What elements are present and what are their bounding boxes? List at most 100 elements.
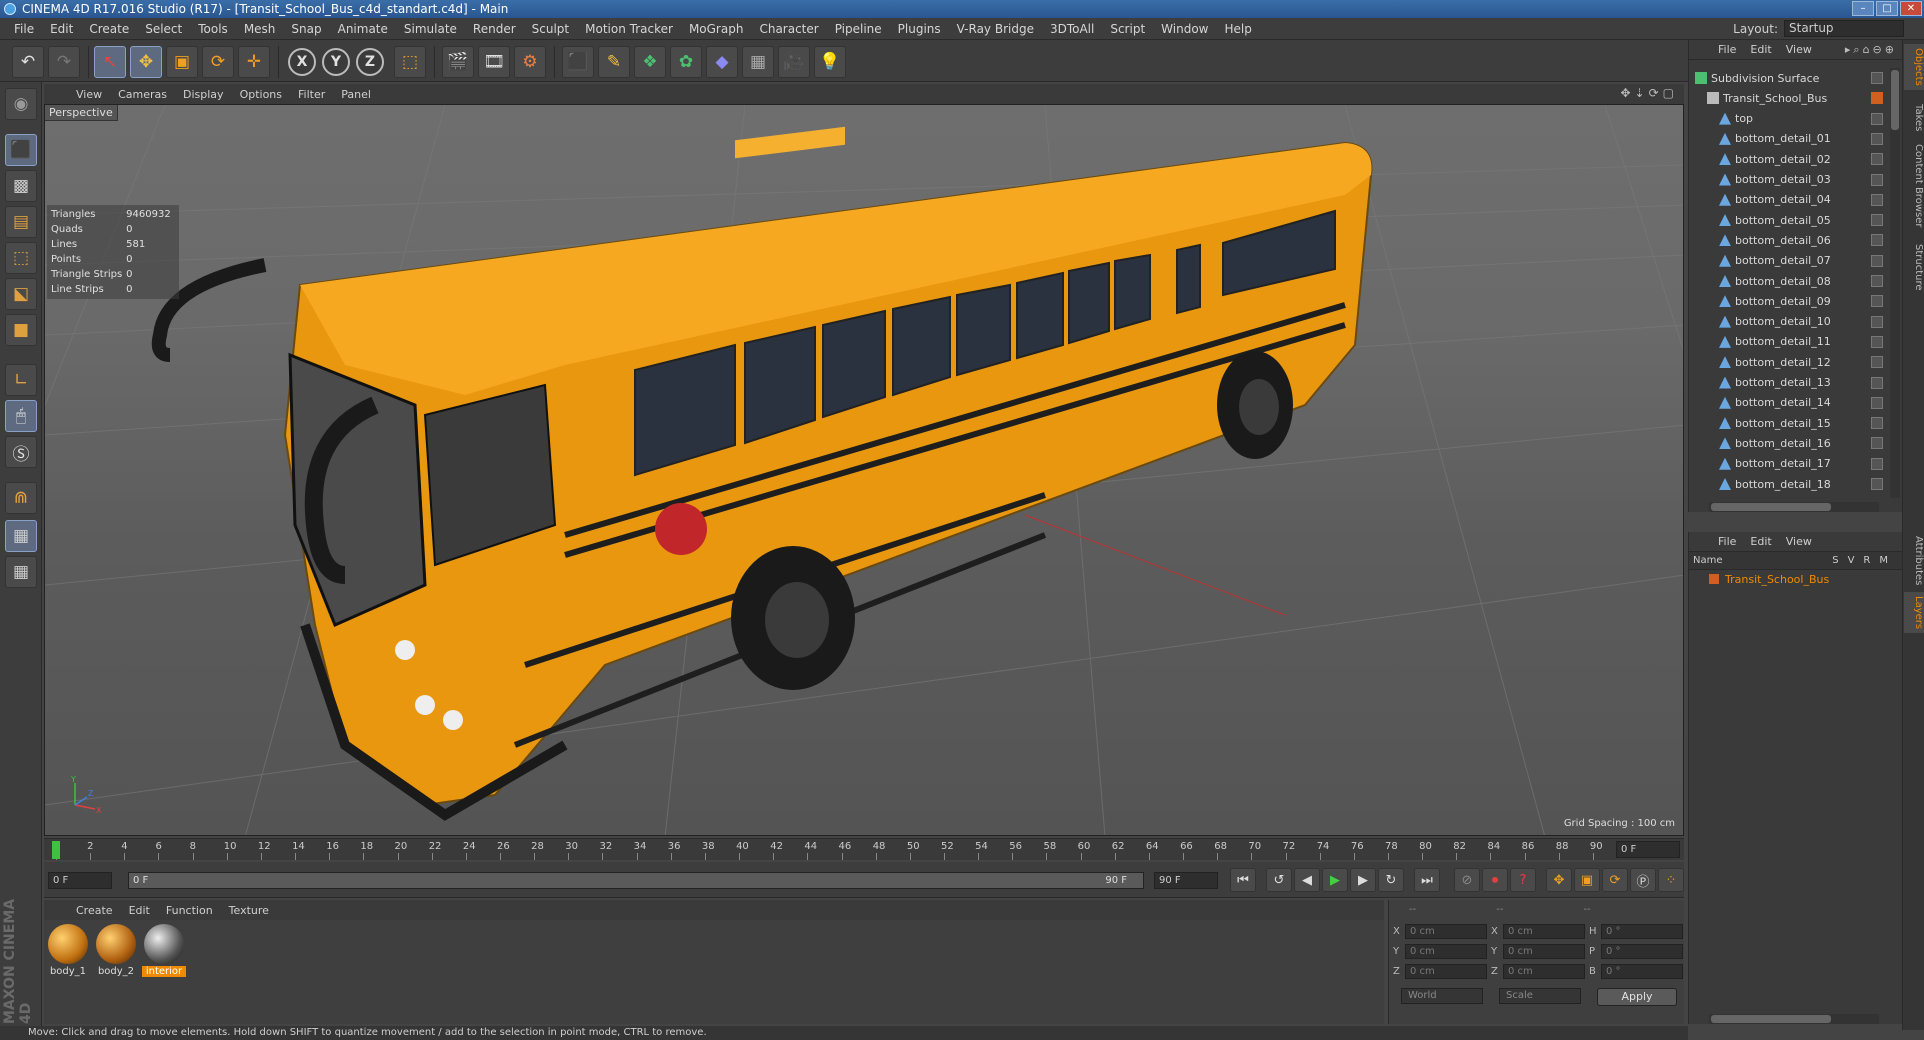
material-menu-edit[interactable]: Edit <box>121 904 158 917</box>
live-selection-icon[interactable]: ↖ <box>94 46 126 78</box>
object-menu-edit[interactable]: Edit <box>1743 43 1778 56</box>
key-parameter-icon[interactable]: Ⓟ <box>1630 868 1656 892</box>
object-tree-scrollbar[interactable] <box>1890 68 1900 498</box>
menu-window[interactable]: Window <box>1153 22 1216 36</box>
points-mode-icon[interactable]: ⬚ <box>5 242 37 274</box>
menu-script[interactable]: Script <box>1102 22 1153 36</box>
layer-color-swatch[interactable] <box>1709 574 1719 584</box>
position-z-field[interactable]: 0 cm <box>1405 964 1487 979</box>
coordinate-system-icon[interactable]: ⬚ <box>394 46 426 78</box>
object-tree-row[interactable]: bottom_detail_13 <box>1689 373 1889 393</box>
visibility-toggle[interactable] <box>1871 153 1883 166</box>
axis-mode-icon[interactable]: ∟ <box>5 364 37 396</box>
visibility-toggle[interactable] <box>1871 315 1883 328</box>
menu-plugins[interactable]: Plugins <box>890 22 949 36</box>
key-pla-icon[interactable]: ⁘ <box>1658 868 1684 892</box>
maximize-button[interactable]: □ <box>1876 1 1898 16</box>
layer-menu-view[interactable]: View <box>1779 535 1819 548</box>
object-tree-row[interactable]: bottom_detail_08 <box>1689 271 1889 291</box>
viewport-menu-cameras[interactable]: Cameras <box>110 88 175 101</box>
menu-tools[interactable]: Tools <box>190 22 236 36</box>
go-to-start-icon[interactable]: ⏮ <box>1230 868 1256 892</box>
preview-range-slider[interactable]: 0 F 90 F <box>128 872 1144 889</box>
visibility-toggle[interactable] <box>1871 275 1883 287</box>
record-key-icon[interactable]: ⏺ <box>1482 868 1508 892</box>
edges-mode-icon[interactable]: ⬕ <box>5 278 37 310</box>
menu-create[interactable]: Create <box>81 22 137 36</box>
subdivision-surface-icon[interactable]: ❖ <box>634 46 666 78</box>
viewport-camera-label[interactable]: Perspective <box>45 105 118 121</box>
menu-3dtoall[interactable]: 3DToAll <box>1042 22 1102 36</box>
object-tree-row[interactable]: bottom_detail_19 <box>1689 494 1889 499</box>
tab-attributes[interactable]: Attributes <box>1904 532 1924 589</box>
menu-edit[interactable]: Edit <box>42 22 81 36</box>
object-tree-row[interactable]: Subdivision Surface <box>1689 68 1889 88</box>
viewport-menu-panel[interactable]: Panel <box>333 88 379 101</box>
cloner-icon[interactable]: ✿ <box>670 46 702 78</box>
rotation-b-field[interactable]: 0 ° <box>1601 964 1683 979</box>
previous-key-icon[interactable]: ↺ <box>1266 868 1292 892</box>
visibility-toggle[interactable] <box>1871 376 1883 389</box>
material-menu-create[interactable]: Create <box>68 904 121 917</box>
start-frame-field[interactable]: 0 F <box>48 872 112 889</box>
undo-icon[interactable]: ↶ <box>12 46 44 78</box>
visibility-toggle[interactable] <box>1871 396 1883 409</box>
go-to-end-icon[interactable]: ⏭ <box>1414 868 1440 892</box>
polygons-mode-icon[interactable]: ■ <box>5 314 37 346</box>
play-icon[interactable]: ▶ <box>1322 868 1348 892</box>
object-tree-row[interactable]: bottom_detail_10 <box>1689 312 1889 332</box>
layer-menu-file[interactable]: File <box>1711 535 1743 548</box>
visibility-toggle[interactable] <box>1871 417 1883 430</box>
visibility-toggle[interactable] <box>1871 457 1883 470</box>
layer-row[interactable]: Transit_School_Bus <box>1689 570 1903 588</box>
visibility-toggle[interactable] <box>1871 214 1883 227</box>
next-key-icon[interactable]: ↻ <box>1378 868 1404 892</box>
visibility-toggle[interactable] <box>1871 478 1883 490</box>
solo-mode-icon[interactable]: Ⓢ <box>5 436 37 468</box>
make-editable-icon[interactable]: ◉ <box>5 88 37 120</box>
scale-tool-icon[interactable]: ▣ <box>166 46 198 78</box>
autokey-icon[interactable]: ? <box>1510 868 1536 892</box>
layer-color-swatch[interactable] <box>1871 92 1883 105</box>
object-manager-tools-icon[interactable]: ▸⌕⌂⊖⊕ <box>1845 43 1897 57</box>
object-tree-row[interactable]: bottom_detail_09 <box>1689 291 1889 311</box>
size-x-field[interactable]: 0 cm <box>1503 924 1585 939</box>
visibility-toggle[interactable] <box>1871 193 1883 206</box>
planar-workplane-icon[interactable]: ▦ <box>5 556 37 588</box>
rotation-p-field[interactable]: 0 ° <box>1601 944 1683 959</box>
viewport-nav-icons[interactable]: ✥⇣⟳▢ <box>1620 86 1678 100</box>
menu-character[interactable]: Character <box>751 22 826 36</box>
viewport-menu-filter[interactable]: Filter <box>290 88 333 101</box>
menu-render[interactable]: Render <box>465 22 524 36</box>
layout-select[interactable]: Startup <box>1784 20 1904 37</box>
menu-sculpt[interactable]: Sculpt <box>524 22 577 36</box>
deformer-icon[interactable]: ◆ <box>706 46 738 78</box>
workplane-lock-icon[interactable]: ▦ <box>5 520 37 552</box>
z-axis-lock-button[interactable]: Z <box>356 48 384 76</box>
object-tree[interactable]: Subdivision Surface Transit_School_Bus top… <box>1689 68 1889 498</box>
object-tree-row[interactable]: bottom_detail_04 <box>1689 190 1889 210</box>
tab-structure[interactable]: Structure <box>1904 240 1924 295</box>
render-to-picture-viewer-icon[interactable]: 🎞 <box>478 46 510 78</box>
end-frame-field[interactable]: 90 F <box>1154 872 1218 889</box>
object-tree-row[interactable]: bottom_detail_05 <box>1689 210 1889 230</box>
timeline-ruler[interactable]: 0246810121416182022242628303234363840424… <box>44 838 1684 860</box>
menu-select[interactable]: Select <box>137 22 190 36</box>
object-tree-row[interactable]: bottom_detail_12 <box>1689 352 1889 372</box>
tab-layers[interactable]: Layers <box>1904 592 1924 634</box>
rotation-h-field[interactable]: 0 ° <box>1601 924 1683 939</box>
rotate-tool-icon[interactable]: ⟳ <box>202 46 234 78</box>
size-mode-select[interactable]: Scale <box>1499 988 1581 1004</box>
tab-objects[interactable]: Objects <box>1904 44 1924 90</box>
size-y-field[interactable]: 0 cm <box>1503 944 1585 959</box>
size-z-field[interactable]: 0 cm <box>1503 964 1585 979</box>
current-frame-field[interactable]: 0 F <box>1616 841 1680 858</box>
material-interior[interactable]: interior <box>142 924 186 977</box>
keyframe-lock-icon[interactable]: ⊘ <box>1454 868 1480 892</box>
apply-button[interactable]: Apply <box>1597 988 1677 1006</box>
layer-hscrollbar[interactable] <box>1709 1014 1879 1024</box>
floor-icon[interactable]: ▦ <box>742 46 774 78</box>
menu-motion-tracker[interactable]: Motion Tracker <box>577 22 681 36</box>
tab-takes[interactable]: Takes <box>1904 100 1924 135</box>
object-tree-row[interactable]: Transit_School_Bus <box>1689 88 1889 108</box>
